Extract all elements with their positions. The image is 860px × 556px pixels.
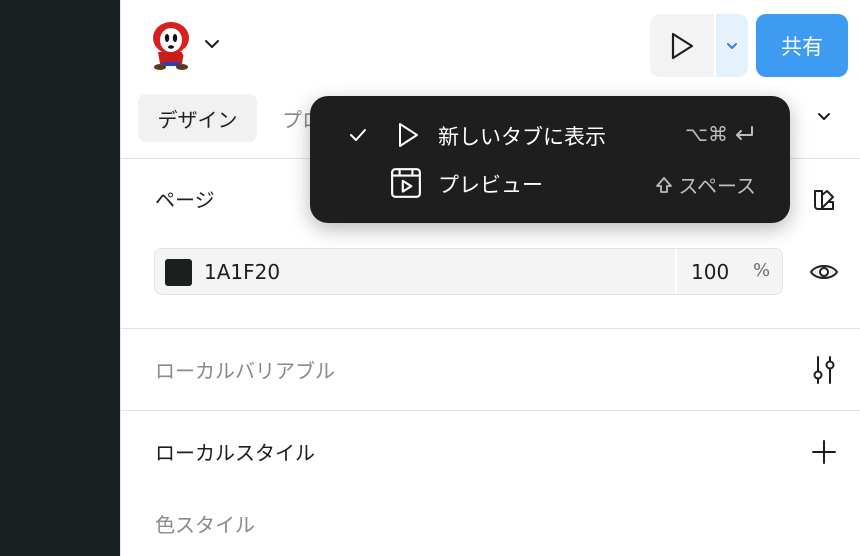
canvas-area[interactable] <box>0 0 120 556</box>
menu-item-preview[interactable]: プレビュー スペース <box>310 160 790 206</box>
page-background-field[interactable]: 1A1F20 100 % <box>154 248 783 295</box>
shortcut-label: スペース <box>654 170 756 199</box>
percent-label: % <box>753 260 771 281</box>
local-variables-label[interactable]: ローカルバリアブル <box>155 355 335 384</box>
plus-icon[interactable] <box>810 438 838 466</box>
opacity-value[interactable]: 100 <box>691 260 729 284</box>
chevron-down-icon <box>727 42 737 49</box>
eye-icon[interactable] <box>808 258 840 286</box>
shortcut-keys: ⌥⌘ <box>684 122 728 146</box>
menu-item-open-in-new-tab[interactable]: 新しいタブに表示 ⌥⌘ <box>310 112 790 158</box>
present-options-button[interactable] <box>716 14 748 77</box>
menu-item-label: プレビュー <box>438 173 543 197</box>
avatar-image <box>153 22 190 70</box>
styles-library-icon[interactable] <box>810 186 838 214</box>
divider <box>121 410 860 411</box>
play-icon <box>671 32 694 59</box>
tab-design[interactable]: デザイン <box>138 94 257 142</box>
share-button[interactable]: 共有 <box>756 14 848 77</box>
page-section-title: ページ <box>155 188 215 212</box>
menu-item-label: 新しいタブに表示 <box>438 125 606 149</box>
shift-key-icon <box>656 176 673 193</box>
color-swatch[interactable] <box>165 259 192 286</box>
sliders-icon[interactable] <box>810 354 838 386</box>
preview-icon <box>391 168 421 198</box>
divider <box>121 328 860 329</box>
avatar[interactable] <box>148 18 194 70</box>
field-divider <box>675 249 677 294</box>
present-button[interactable] <box>650 14 714 77</box>
present-options-menu: 新しいタブに表示 ⌥⌘ プレビュー スペース <box>310 96 790 223</box>
check-icon <box>350 129 366 141</box>
chevron-down-icon[interactable] <box>204 38 220 50</box>
return-key-icon <box>736 126 753 140</box>
shortcut-label: ⌥⌘ <box>685 122 756 146</box>
hex-value[interactable]: 1A1F20 <box>204 260 280 284</box>
local-styles-title: ローカルスタイル <box>155 441 315 465</box>
play-icon <box>399 123 418 147</box>
shortcut-keys: スペース <box>678 174 756 198</box>
chevron-down-icon[interactable] <box>816 111 832 123</box>
color-styles-label: 色スタイル <box>155 513 255 537</box>
